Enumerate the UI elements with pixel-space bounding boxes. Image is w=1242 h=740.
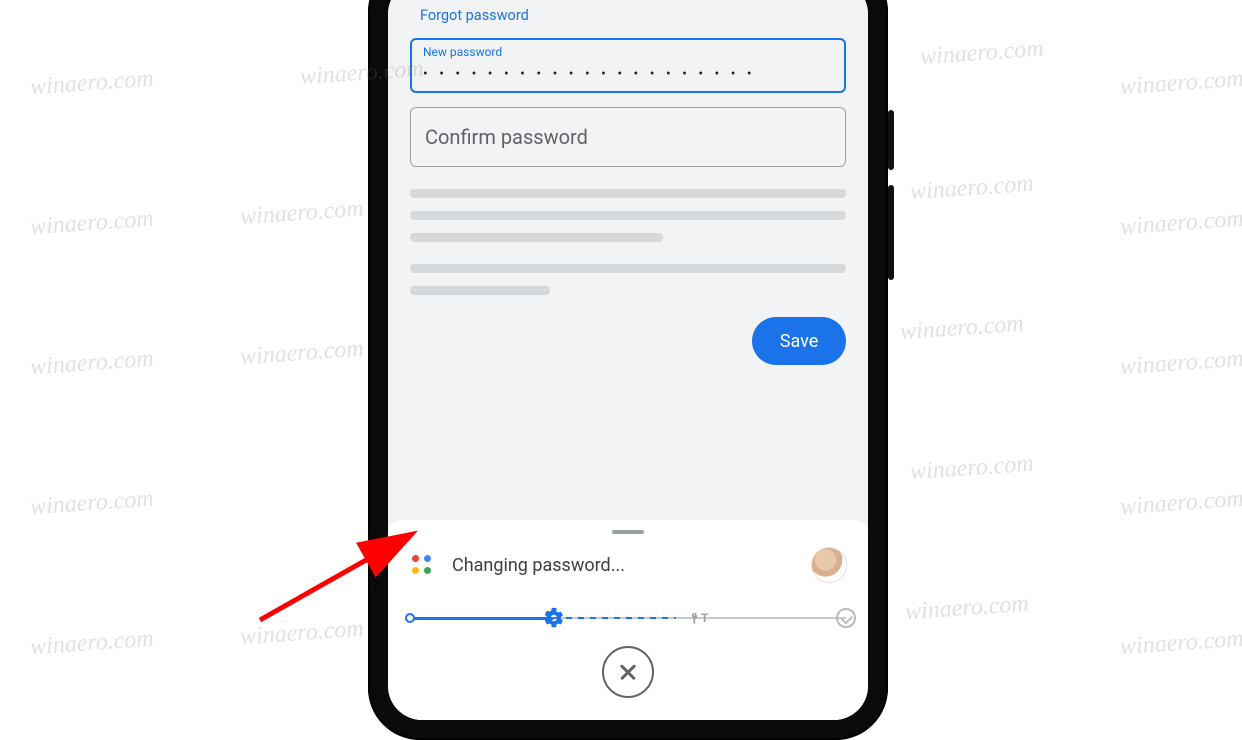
assistant-status-text: Changing password... [452,555,812,576]
new-password-field[interactable]: New password • • • • • • • • • • • • • •… [410,38,846,93]
password-form: Forgot password New password • • • • • •… [388,0,868,520]
check-circle-icon [836,608,856,628]
close-button[interactable] [602,646,654,698]
new-password-value: • • • • • • • • • • • • • • • • • • • • … [423,66,833,82]
google-assistant-icon [410,553,434,577]
progress-step-credentials: T [688,610,707,626]
forgot-password-link[interactable]: Forgot password [420,7,846,24]
user-avatar[interactable] [812,548,846,582]
new-password-label: New password [423,46,833,58]
save-button[interactable]: Save [752,317,846,365]
progress-step-done [836,608,856,628]
progress-track: T [410,606,846,630]
gear-icon [543,607,565,629]
phone-frame: Forgot password New password • • • • • •… [368,0,888,740]
placeholder-text-block [410,189,846,295]
phone-screen: Forgot password New password • • • • • •… [388,0,868,720]
key-icon: T [688,610,707,626]
confirm-password-label: Confirm password [425,118,831,156]
assistant-bottom-sheet: Changing password... T [388,520,868,720]
confirm-password-field[interactable]: Confirm password [410,107,846,167]
progress-step-start [405,613,415,623]
progress-step-settings [543,607,565,629]
